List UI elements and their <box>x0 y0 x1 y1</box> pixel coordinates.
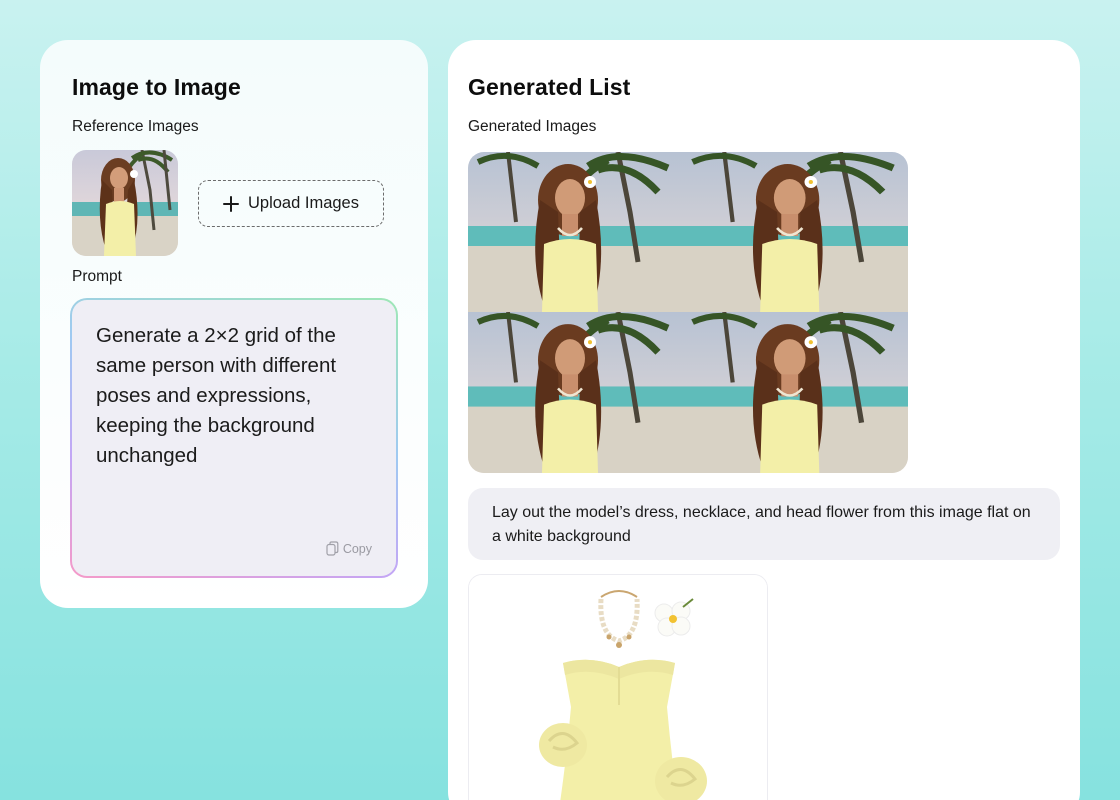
prompt-message-bubble: Lay out the model’s dress, necklace, and… <box>468 488 1060 560</box>
reference-image-thumbnail[interactable] <box>72 150 178 256</box>
generated-images-label: Generated Images <box>468 118 597 135</box>
prompt-field[interactable]: Generate a 2×2 grid of the same person w… <box>72 300 396 576</box>
prompt-label: Prompt <box>72 268 122 285</box>
flatlay-photo <box>469 575 767 800</box>
panel-title: Image to Image <box>72 74 241 100</box>
generated-list-panel: Generated List Generated Images Lay out … <box>448 40 1080 800</box>
generated-flatlay-result[interactable] <box>468 574 768 800</box>
upload-images-label: Upload Images <box>248 194 359 212</box>
upload-images-button[interactable]: Upload Images <box>198 180 384 227</box>
copy-button[interactable]: Copy <box>326 541 372 556</box>
reference-photo <box>72 150 178 256</box>
copy-icon <box>326 541 339 556</box>
reference-images-label: Reference Images <box>72 118 199 135</box>
copy-label: Copy <box>342 541 372 556</box>
plus-icon <box>223 195 239 212</box>
generated-grid-photo <box>468 152 908 473</box>
prompt-textarea[interactable]: Generate a 2×2 grid of the same person w… <box>70 298 398 578</box>
panel-title-generated: Generated List <box>468 74 631 100</box>
prompt-text[interactable]: Generate a 2×2 grid of the same person w… <box>96 321 376 471</box>
image-to-image-panel: Image to Image Reference Images Upload I… <box>40 40 428 608</box>
generated-image-grid[interactable] <box>468 152 908 473</box>
